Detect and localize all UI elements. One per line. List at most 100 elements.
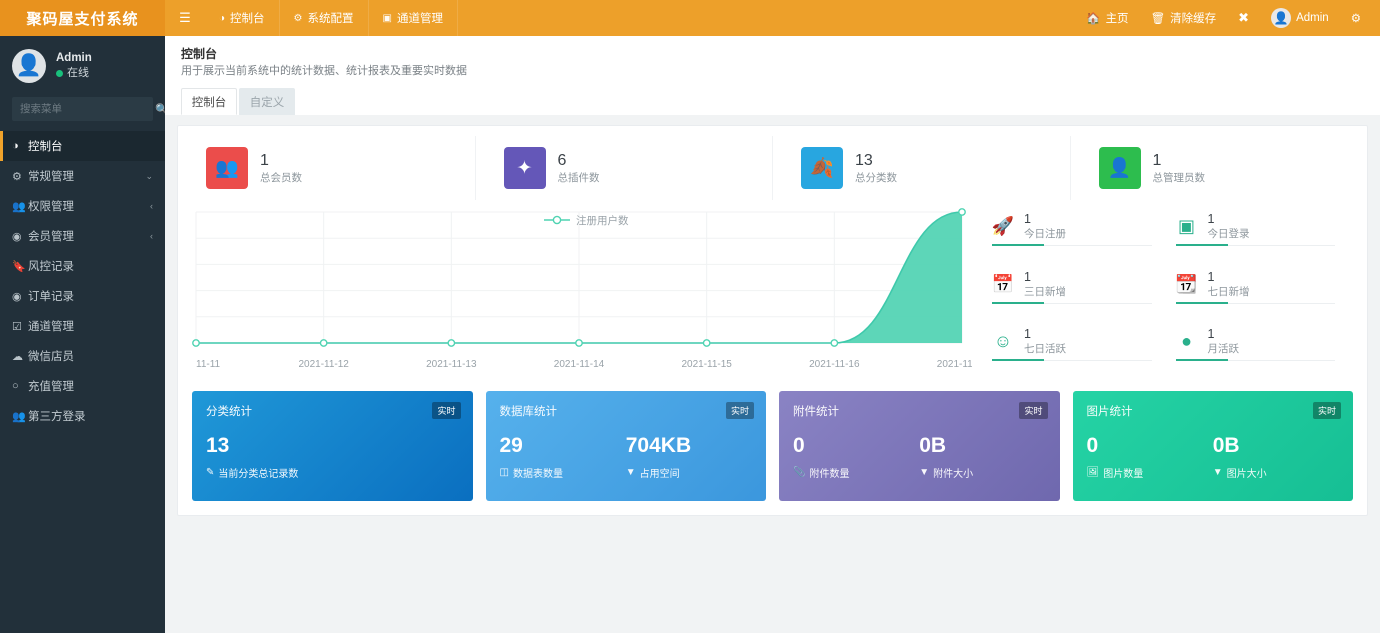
stat-text: 1 总会员数 [260,151,302,185]
nav-label: 系统配置 [307,13,354,25]
metric-label-row: ◫ 数据表数量 [500,465,626,480]
sidebar-item-channel-manage[interactable]: ☑ 通道管理 [0,311,165,341]
dashboard-panel: 👥 1 总会员数 ✦ 6 总插件数 🍂 13 总分类数 👤 1 总管理员数 注册… [177,125,1368,516]
search-input[interactable] [20,103,155,115]
card-metric: 0 🖼 图片数量 [1087,433,1213,480]
user-menu[interactable]: 👤 Admin [1260,0,1340,36]
card-body: 13 ✎ 当前分类总记录数 [206,433,459,480]
user-circle-icon: ◉ [12,230,22,243]
nav-label: 控制台 [230,13,265,25]
sidebar-item-label: 微信店员 [28,351,74,363]
sidebar-user-box[interactable]: 👤 Admin 在线 [0,36,165,95]
nav-item-dashboard[interactable]: ◑ 控制台 [205,0,280,36]
ministat-value: 1 [1207,269,1215,284]
card-database-stats[interactable]: 数据库统计 实时 29 ◫ 数据表数量 704KB ▼ 占用空间 [485,391,766,501]
hamburger-icon[interactable]: ☰ [165,0,205,36]
card-category-stats[interactable]: 分类统计 实时 13 ✎ 当前分类总记录数 [192,391,473,501]
svg-text:2021-11-12: 2021-11-12 [298,359,349,370]
chart-section: 注册用户数 11-11 2021-11-12 2021-11-13 2021-11-1… [178,200,1367,379]
card-metric-empty [332,433,458,480]
stat-label: 总分类数 [855,172,897,184]
sidebar-item-label: 订单记录 [28,291,74,303]
metric-label-row: 🖼 图片数量 [1087,465,1213,480]
stat-label: 总管理员数 [1152,172,1206,184]
user-filled-icon: ● [1181,331,1192,352]
stat-total-admins: 👤 1 总管理员数 [1071,136,1368,200]
home-label: 主页 [1105,13,1129,25]
stat-total-plugins: ✦ 6 总插件数 [476,136,773,200]
sidebar-item-recharge-manage[interactable]: ○ 充值管理 [0,371,165,401]
sidebar-item-risk-records[interactable]: 🔖 风控记录 [0,251,165,281]
registration-chart[interactable]: 注册用户数 11-11 2021-11-12 2021-11-13 2021-11-1… [192,206,988,379]
ministat-text: 1 三日新增 [1024,270,1066,299]
leaf-icon: 🍂 [801,147,843,189]
card-image-stats[interactable]: 图片统计 实时 0 🖼 图片数量 0B ▼ 图片大小 [1072,391,1353,501]
online-dot-icon [56,70,63,77]
ministat-three-day-new: 📅 1 三日新增 [986,264,1170,312]
ministat-seven-day-active: ☺ 1 七日活跃 [986,321,1170,369]
sidebar-item-label: 会员管理 [28,231,74,243]
sidebar-item-third-party-login[interactable]: 👥 第三方登录 [0,401,165,431]
stat-total-categories: 🍂 13 总分类数 [773,136,1071,200]
sidebar-item-wechat-clerk[interactable]: ☁ 微信店员 [0,341,165,371]
nav-item-channel-manage[interactable]: ▣ 通道管理 [369,0,458,36]
clear-cache-button[interactable]: 🗑 清除缓存 [1140,0,1228,36]
nav-item-system-config[interactable]: ⚙ 系统配置 [280,0,369,36]
dashboard-icon: ◑ [219,12,226,24]
tab-dashboard[interactable]: 控制台 [181,88,237,115]
realtime-badge: 实时 [725,402,754,419]
metric-value: 0B [1212,434,1240,457]
stat-label: 总会员数 [260,172,302,184]
ministat-label: 三日新增 [1024,285,1066,298]
chevron-down-icon: ⌄ [145,170,153,181]
metric-label: 附件数量 [809,469,850,480]
sidebar-search[interactable]: 🔍 [12,97,169,121]
users-group-icon: 👥 [206,147,248,189]
metric-value: 704KB [625,434,692,457]
page-tabs: 控制台 自定义 [181,88,1364,115]
nav-label: 通道管理 [396,13,443,25]
summary-stats-row: 👥 1 总会员数 ✦ 6 总插件数 🍂 13 总分类数 👤 1 总管理员数 [178,136,1367,200]
ministat-text: 1 今日注册 [1024,212,1066,241]
user-icon: 👤 [1098,147,1141,189]
metric-value: 0 [1086,434,1099,457]
metric-value: 0 [793,434,805,457]
ministat-today-login: ▣ 1 今日登录 [1170,206,1354,254]
card-body: 0 📎 附件数量 0B ▼ 附件大小 [793,433,1046,480]
sidebar-item-dashboard[interactable]: ◑ 控制台 [0,131,165,161]
chevron-left-icon: ‹ [150,201,153,211]
filter-icon: ▼ [625,467,636,478]
realtime-badge: 实时 [432,402,461,419]
card-metric: 0B ▼ 附件大小 [919,433,1045,480]
rocket-icon: 🚀 [991,216,1015,236]
card-attachment-stats[interactable]: 附件统计 实时 0 📎 附件数量 0B ▼ 附件大小 [779,391,1060,501]
sidebar-user-text: Admin 在线 [56,51,92,81]
calendar-plus-icon: 📆 [1175,273,1198,294]
header-right-nav: 🏠 主页 🗑 清除缓存 ✖ 👤 Admin ⚙ [1075,0,1380,36]
tab-custom[interactable]: 自定义 [239,88,295,115]
settings-gear-icon: ⚙ [1350,13,1361,25]
sidebar-item-member-manage[interactable]: ◉ 会员管理 ‹ [0,221,165,251]
realtime-badge: 实时 [1019,402,1048,419]
stat-label: 总插件数 [557,172,600,184]
metric-value: 13 [206,434,230,457]
app-logo[interactable]: 聚码屋支付系统 [0,0,165,36]
stat-value: 1 [1152,152,1162,169]
fullscreen-button[interactable]: ✖ [1227,0,1260,36]
dashboard-page: 聚码屋支付系统 ☰ ◑ 控制台 ⚙ 系统配置 ▣ 通道管理 🏠 主页 🗑 清除缓… [0,0,1380,633]
card-body: 29 ◫ 数据表数量 704KB ▼ 占用空间 [500,433,753,480]
sidebar-item-general-manage[interactable]: ⚙ 常规管理 ⌄ [0,161,165,191]
sidebar-item-permission-manage[interactable]: 👥 权限管理 ‹ [0,191,165,221]
metric-label: 图片大小 [1226,469,1267,480]
card-title: 图片统计 [1086,406,1133,418]
settings-button[interactable]: ⚙ [1340,0,1372,36]
realtime-badge: 实时 [1312,402,1341,419]
ministat-value: 1 [1024,327,1031,342]
card-title: 分类统计 [206,406,252,418]
metric-label-row: ✎ 当前分类总记录数 [206,465,332,480]
user-outline-icon: ☺ [993,331,1013,352]
sidebar-item-order-records[interactable]: ◉ 订单记录 [0,281,165,311]
stat-total-members: 👥 1 总会员数 [178,136,476,200]
page-header: 控制台 用于展示当前系统中的统计数据、统计报表及重要实时数据 控制台 自定义 [165,36,1380,115]
home-button[interactable]: 🏠 主页 [1075,0,1139,36]
